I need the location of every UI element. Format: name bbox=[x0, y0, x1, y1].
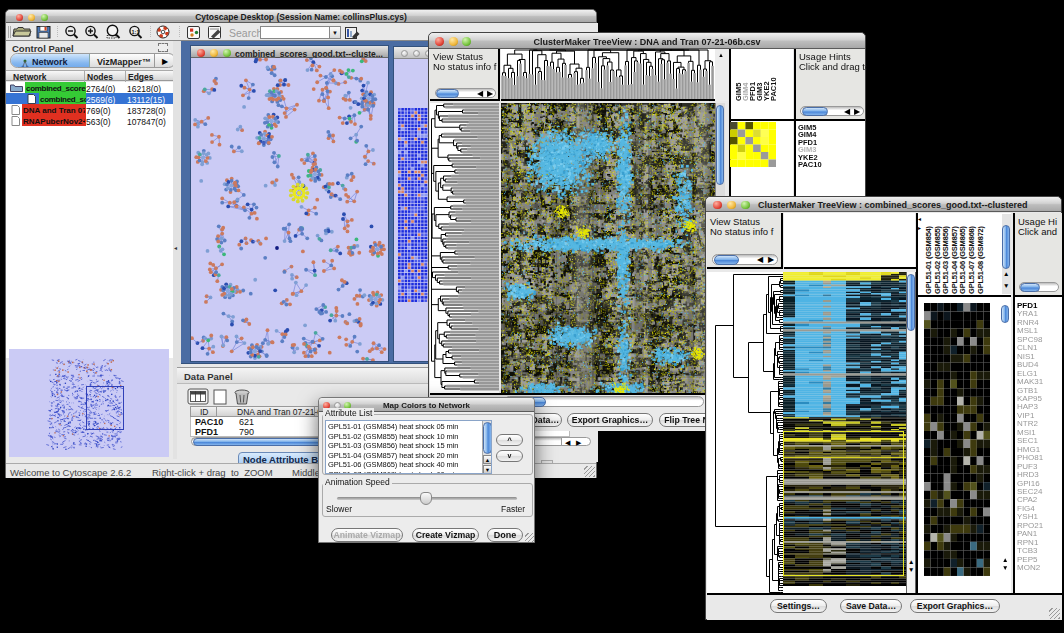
svg-text:1:1: 1:1 bbox=[132, 29, 140, 35]
